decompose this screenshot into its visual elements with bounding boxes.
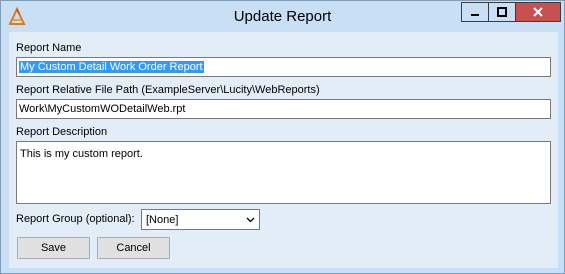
close-button[interactable] <box>515 2 561 22</box>
description-textarea[interactable]: This is my custom report. <box>16 141 551 204</box>
close-icon <box>533 7 543 17</box>
description-label: Report Description <box>16 126 108 138</box>
cancel-button[interactable]: Cancel <box>97 237 170 259</box>
description-value: This is my custom report. <box>20 148 143 160</box>
update-report-window: Update Report Report Name My Custom Deta… <box>0 0 565 274</box>
maximize-button[interactable] <box>488 2 515 22</box>
file-path-label: Report Relative File Path (ExampleServer… <box>16 84 320 96</box>
report-group-dropdown[interactable]: [None] <box>141 209 260 230</box>
dialog-client-area: Report Name My Custom Detail Work Order … <box>9 32 558 268</box>
report-name-label: Report Name <box>16 42 82 54</box>
save-button[interactable]: Save <box>17 237 90 259</box>
maximize-icon <box>497 7 507 17</box>
minimize-icon <box>471 14 479 16</box>
file-path-field[interactable]: Work\MyCustomWODetailWeb.rpt <box>16 99 551 119</box>
minimize-button[interactable] <box>461 2 488 22</box>
title-bar[interactable]: Update Report <box>1 1 564 32</box>
file-path-value: Work\MyCustomWODetailWeb.rpt <box>19 103 186 115</box>
report-name-field[interactable]: My Custom Detail Work Order Report <box>16 57 551 77</box>
report-group-selected: [None] <box>146 213 179 226</box>
report-group-label: Report Group (optional): <box>16 213 135 225</box>
report-name-value: My Custom Detail Work Order Report <box>19 61 204 73</box>
chevron-down-icon[interactable] <box>241 217 259 223</box>
